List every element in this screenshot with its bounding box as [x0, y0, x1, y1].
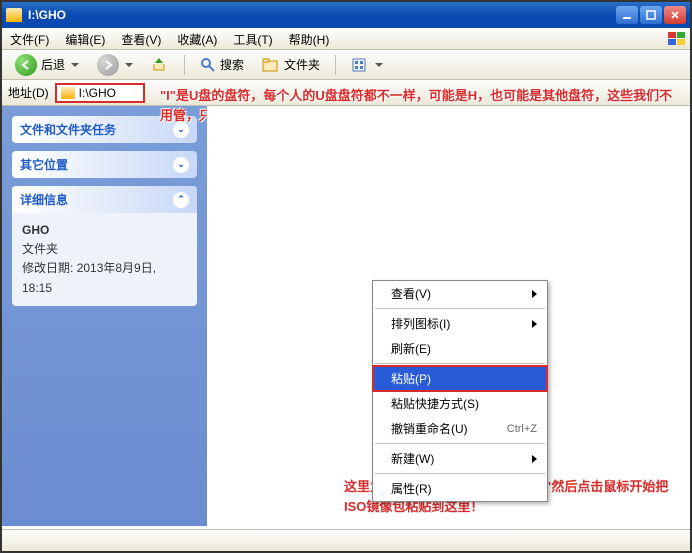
ctx-view[interactable]: 查看(V) [373, 281, 547, 306]
submenu-arrow-icon [532, 320, 537, 328]
maximize-button[interactable] [640, 6, 662, 24]
panel-places-header[interactable]: 其它位置 ⌄ [12, 151, 197, 178]
ctx-properties[interactable]: 属性(R) [373, 476, 547, 501]
ctx-new-label: 新建(W) [391, 450, 434, 467]
ctx-arrange-label: 排列图标(I) [391, 315, 450, 332]
menu-favorites[interactable]: 收藏(A) [169, 28, 225, 49]
menu-edit[interactable]: 编辑(E) [57, 28, 113, 49]
ctx-refresh-label: 刷新(E) [391, 340, 431, 357]
ctx-paste[interactable]: 粘贴(P) [373, 366, 547, 391]
ctx-paste-shortcut[interactable]: 粘贴快捷方式(S) [373, 391, 547, 416]
folders-label: 文件夹 [284, 56, 320, 73]
panel-details-title: 详细信息 [20, 191, 68, 208]
search-icon [200, 57, 216, 73]
back-label: 后退 [41, 56, 65, 73]
toolbar-separator-2 [335, 55, 336, 75]
search-label: 搜索 [220, 56, 244, 73]
folders-icon [262, 57, 280, 73]
views-dropdown-icon [375, 63, 383, 67]
address-path: I:\GHO [79, 86, 116, 100]
menu-file[interactable]: 文件(F) [2, 28, 57, 49]
search-button[interactable]: 搜索 [193, 53, 251, 76]
address-label: 地址(D) [8, 84, 49, 101]
menu-tools[interactable]: 工具(T) [225, 28, 280, 49]
details-type: 文件夹 [22, 240, 187, 259]
ctx-separator [375, 443, 545, 444]
ctx-arrange[interactable]: 排列图标(I) [373, 311, 547, 336]
submenu-arrow-icon [532, 290, 537, 298]
panel-details: 详细信息 ⌃ GHO 文件夹 修改日期: 2013年8月9日, 18:15 [12, 186, 197, 306]
back-icon [15, 54, 37, 76]
ctx-refresh[interactable]: 刷新(E) [373, 336, 547, 361]
window-title: I:\GHO [28, 8, 616, 22]
address-input[interactable]: I:\GHO [55, 83, 145, 103]
ctx-new[interactable]: 新建(W) [373, 446, 547, 471]
forward-icon [97, 54, 119, 76]
ctx-paste-label: 粘贴(P) [391, 370, 431, 387]
windows-flag-icon [664, 28, 690, 49]
ctx-separator [375, 363, 545, 364]
toolbar-separator [184, 55, 185, 75]
ctx-separator [375, 473, 545, 474]
sidebar: 文件和文件夹任务 ⌄ 其它位置 ⌄ 详细信息 ⌃ GHO 文件夹 修改日期: 2… [2, 106, 207, 526]
views-button[interactable] [344, 54, 390, 76]
views-icon [351, 57, 369, 73]
chevron-up-icon: ⌃ [173, 192, 189, 208]
folders-button[interactable]: 文件夹 [255, 53, 327, 76]
address-folder-icon [61, 87, 75, 99]
back-button[interactable]: 后退 [8, 51, 86, 79]
back-dropdown-icon [71, 63, 79, 67]
menu-view[interactable]: 查看(V) [113, 28, 169, 49]
forward-dropdown-icon [125, 63, 133, 67]
context-menu: 查看(V) 排列图标(I) 刷新(E) 粘贴(P) 粘贴快捷方式(S) 撤销重命… [372, 280, 548, 502]
ctx-separator [375, 308, 545, 309]
up-icon [151, 56, 169, 74]
ctx-undo-shortcut: Ctrl+Z [507, 423, 537, 435]
ctx-properties-label: 属性(R) [391, 480, 432, 497]
submenu-arrow-icon [532, 455, 537, 463]
ctx-undo-rename-label: 撤销重命名(U) [391, 420, 468, 437]
menu-help[interactable]: 帮助(H) [281, 28, 338, 49]
up-button[interactable] [144, 53, 176, 77]
minimize-button[interactable] [616, 6, 638, 24]
panel-places: 其它位置 ⌄ [12, 151, 197, 178]
details-modified-label: 修改日期: [22, 261, 73, 275]
panel-details-header[interactable]: 详细信息 ⌃ [12, 186, 197, 213]
panel-places-title: 其它位置 [20, 156, 68, 173]
chevron-down-icon: ⌄ [173, 157, 189, 173]
details-name: GHO [22, 221, 187, 240]
panel-tasks-title: 文件和文件夹任务 [20, 121, 116, 138]
ctx-undo-rename[interactable]: 撤销重命名(U) Ctrl+Z [373, 416, 547, 441]
forward-button[interactable] [90, 51, 140, 79]
ctx-view-label: 查看(V) [391, 285, 431, 302]
close-button[interactable] [664, 6, 686, 24]
ctx-paste-shortcut-label: 粘贴快捷方式(S) [391, 395, 479, 412]
status-bar [2, 529, 690, 551]
title-folder-icon [6, 8, 22, 22]
